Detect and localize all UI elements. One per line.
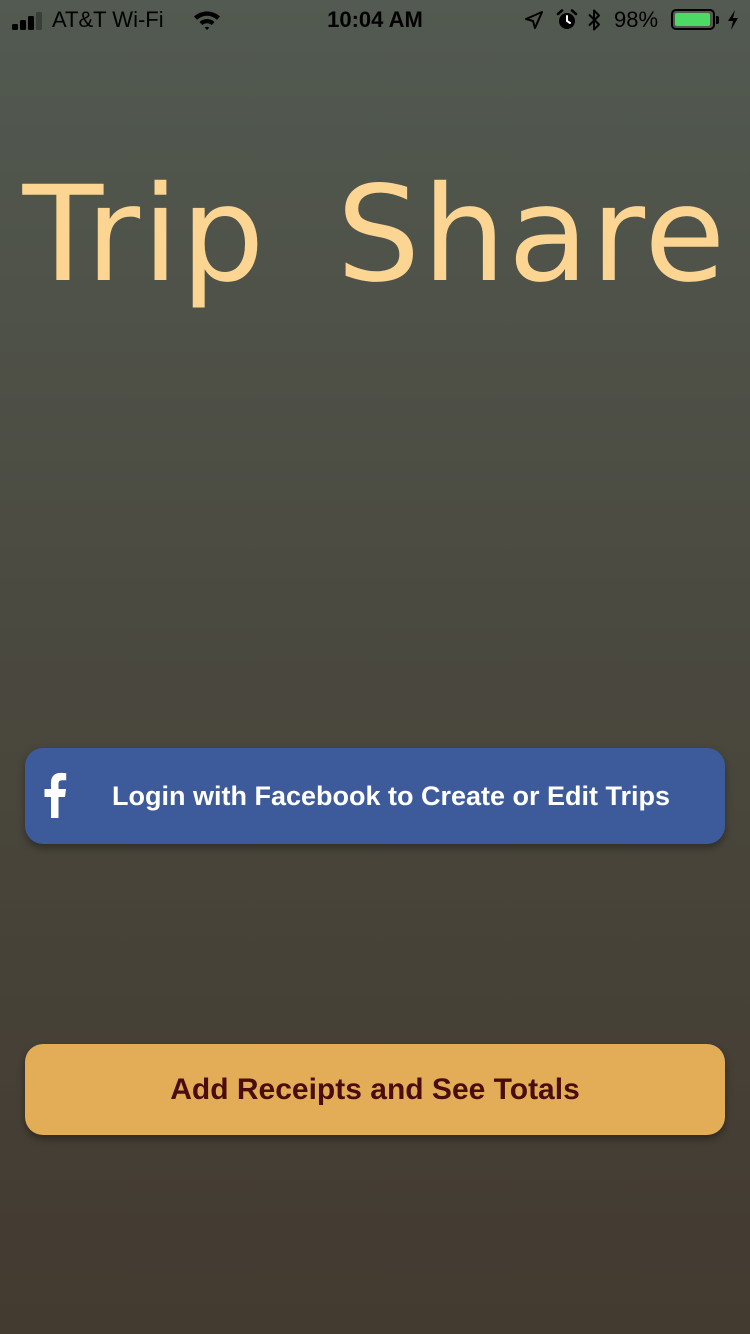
bluetooth-icon — [588, 9, 600, 31]
battery-icon — [671, 9, 715, 30]
alarm-icon — [556, 9, 578, 29]
charging-icon — [728, 10, 738, 30]
add-receipts-label: Add Receipts and See Totals — [170, 1073, 580, 1106]
battery-percent: 98% — [614, 7, 659, 32]
battery-level — [675, 13, 711, 26]
facebook-login-button[interactable]: Login with Facebook to Create or Edit Tr… — [25, 748, 725, 844]
battery-tip — [716, 16, 719, 24]
app-title: Trip Share — [22, 158, 728, 312]
status-bar: AT&T Wi-Fi 10:04 AM 98% — [0, 0, 750, 40]
add-receipts-button[interactable]: Add Receipts and See Totals — [25, 1044, 725, 1135]
facebook-login-label: Login with Facebook to Create or Edit Tr… — [112, 781, 671, 811]
facebook-icon — [44, 772, 67, 818]
location-icon — [525, 11, 543, 29]
